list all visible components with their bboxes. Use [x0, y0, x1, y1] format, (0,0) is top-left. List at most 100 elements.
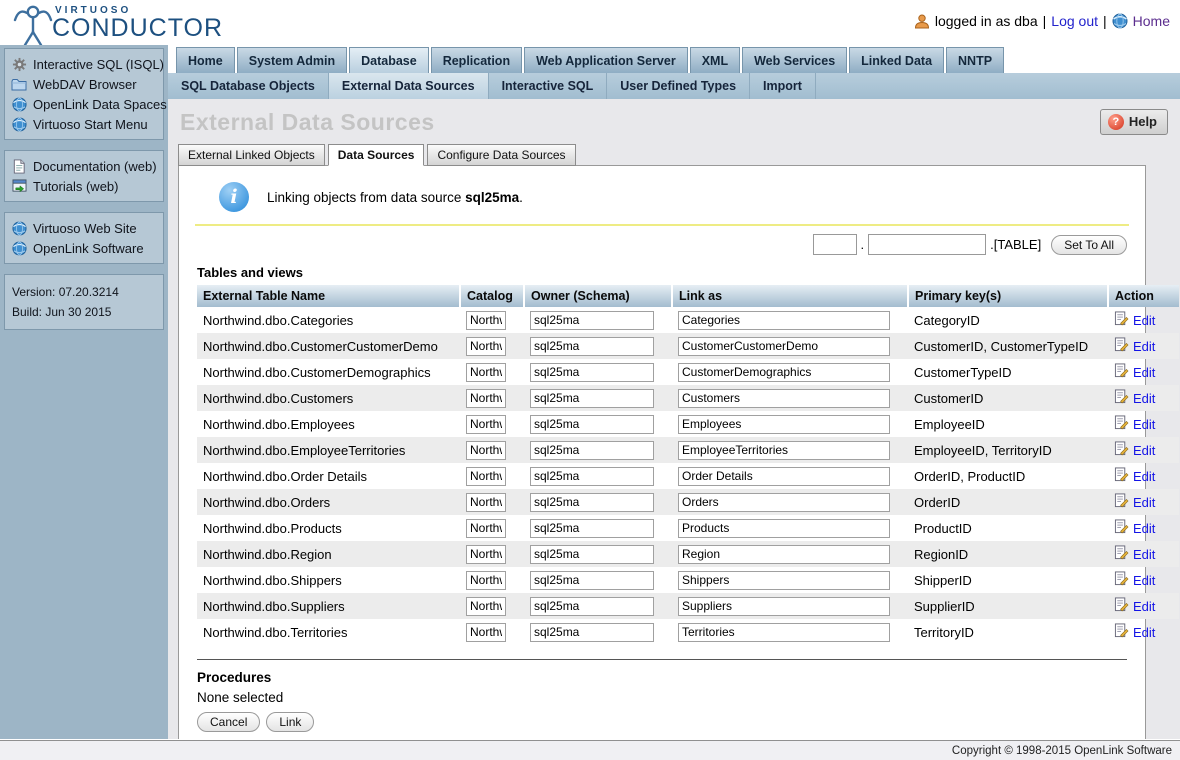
- edit-link[interactable]: Edit: [1133, 495, 1155, 510]
- primary-keys: RegionID: [908, 541, 1108, 567]
- link-as-field[interactable]: [678, 623, 890, 642]
- link-as-field[interactable]: [678, 337, 890, 356]
- sub-tab-external-data-sources[interactable]: External Data Sources: [329, 73, 489, 99]
- logo-conductor-text: CONDUCTOR: [52, 16, 223, 41]
- sidebar-item-interactive-sql-isql[interactable]: Interactive SQL (ISQL): [8, 54, 160, 74]
- home-link[interactable]: Home: [1133, 13, 1170, 29]
- link-as-field[interactable]: [678, 311, 890, 330]
- catalog-field[interactable]: [466, 545, 506, 564]
- content-tab-data-sources[interactable]: Data Sources: [328, 144, 425, 166]
- content-tab-external-linked-objects[interactable]: External Linked Objects: [178, 144, 325, 166]
- edit-link[interactable]: Edit: [1133, 443, 1155, 458]
- owner-schema-field[interactable]: [530, 467, 654, 486]
- main-tab-xml[interactable]: XML: [690, 47, 740, 73]
- link-as-field[interactable]: [678, 493, 890, 512]
- catalog-field[interactable]: [466, 571, 506, 590]
- edit-link[interactable]: Edit: [1133, 469, 1155, 484]
- edit-link[interactable]: Edit: [1133, 313, 1155, 328]
- link-as-field[interactable]: [678, 363, 890, 382]
- main-tab-database[interactable]: Database: [349, 47, 429, 73]
- sub-tab-interactive-sql[interactable]: Interactive SQL: [489, 73, 608, 99]
- main-tab-home[interactable]: Home: [176, 47, 235, 73]
- owner-schema-field[interactable]: [530, 597, 654, 616]
- catalog-field[interactable]: [466, 493, 506, 512]
- sidebar-item-tutorials-web[interactable]: Tutorials (web): [8, 176, 160, 196]
- catalog-field[interactable]: [466, 337, 506, 356]
- link-as-field[interactable]: [678, 545, 890, 564]
- sidebar-item-virtuoso-start-menu[interactable]: Virtuoso Start Menu: [8, 114, 160, 134]
- column-header-external-table-name: External Table Name: [197, 285, 460, 307]
- link-as-field[interactable]: [678, 519, 890, 538]
- link-button[interactable]: Link: [266, 712, 314, 732]
- external-table-name: Northwind.dbo.Shippers: [197, 567, 460, 593]
- catalog-field[interactable]: [466, 363, 506, 382]
- main-tab-web-services[interactable]: Web Services: [742, 47, 847, 73]
- catalog-field[interactable]: [466, 311, 506, 330]
- edit-link[interactable]: Edit: [1133, 365, 1155, 380]
- edit-link[interactable]: Edit: [1133, 417, 1155, 432]
- table-row: Northwind.dbo.TerritoriesTerritoryIDEdit: [197, 619, 1179, 645]
- link-as-field[interactable]: [678, 441, 890, 460]
- set-all-catalog-input[interactable]: [813, 234, 857, 255]
- link-as-field[interactable]: [678, 467, 890, 486]
- owner-schema-field[interactable]: [530, 571, 654, 590]
- sidebar-item-webdav-browser[interactable]: WebDAV Browser: [8, 74, 160, 94]
- column-header-link-as: Link as: [672, 285, 908, 307]
- link-as-field[interactable]: [678, 389, 890, 408]
- sidebar-item-openlink-software[interactable]: OpenLink Software: [8, 238, 160, 258]
- edit-link[interactable]: Edit: [1133, 573, 1155, 588]
- owner-schema-field[interactable]: [530, 441, 654, 460]
- sub-tab-user-defined-types[interactable]: User Defined Types: [607, 73, 750, 99]
- edit-link[interactable]: Edit: [1133, 521, 1155, 536]
- catalog-field[interactable]: [466, 467, 506, 486]
- content-tab-configure-data-sources[interactable]: Configure Data Sources: [427, 144, 575, 166]
- edit-link[interactable]: Edit: [1133, 339, 1155, 354]
- content-tabs: External Linked ObjectsData SourcesConfi…: [178, 144, 1170, 165]
- main-tab-nntp[interactable]: NNTP: [946, 47, 1004, 73]
- edit-link[interactable]: Edit: [1133, 625, 1155, 640]
- external-table-name: Northwind.dbo.Region: [197, 541, 460, 567]
- edit-icon: [1114, 415, 1129, 433]
- owner-schema-field[interactable]: [530, 337, 654, 356]
- link-as-field[interactable]: [678, 597, 890, 616]
- logout-link[interactable]: Log out: [1051, 13, 1098, 29]
- owner-schema-field[interactable]: [530, 545, 654, 564]
- main-tab-system-admin[interactable]: System Admin: [237, 47, 347, 73]
- owner-schema-field[interactable]: [530, 363, 654, 382]
- catalog-field[interactable]: [466, 441, 506, 460]
- sidebar-item-virtuoso-web-site[interactable]: Virtuoso Web Site: [8, 218, 160, 238]
- link-as-field[interactable]: [678, 571, 890, 590]
- sidebar-group: Documentation (web)Tutorials (web): [4, 150, 164, 202]
- sidebar-item-documentation-web[interactable]: Documentation (web): [8, 156, 160, 176]
- catalog-field[interactable]: [466, 623, 506, 642]
- set-to-all-button[interactable]: Set To All: [1051, 235, 1127, 255]
- catalog-field[interactable]: [466, 389, 506, 408]
- main-tab-linked-data[interactable]: Linked Data: [849, 47, 944, 73]
- set-all-owner-input[interactable]: [868, 234, 986, 255]
- owner-schema-field[interactable]: [530, 389, 654, 408]
- owner-schema-field[interactable]: [530, 415, 654, 434]
- sidebar-item-label: WebDAV Browser: [33, 77, 137, 92]
- info-icon: i: [219, 182, 249, 212]
- sidebar-item-openlink-data-spaces[interactable]: OpenLink Data Spaces: [8, 94, 160, 114]
- sub-tab-import[interactable]: Import: [750, 73, 816, 99]
- edit-icon: [1114, 519, 1129, 537]
- cancel-button[interactable]: Cancel: [197, 712, 260, 732]
- catalog-field[interactable]: [466, 597, 506, 616]
- edit-link[interactable]: Edit: [1133, 547, 1155, 562]
- owner-schema-field[interactable]: [530, 311, 654, 330]
- owner-schema-field[interactable]: [530, 519, 654, 538]
- help-button[interactable]: ? Help: [1100, 109, 1168, 135]
- user-icon: [914, 13, 930, 29]
- catalog-field[interactable]: [466, 415, 506, 434]
- sub-tab-sql-database-objects[interactable]: SQL Database Objects: [168, 73, 329, 99]
- main-tab-replication[interactable]: Replication: [431, 47, 522, 73]
- link-as-field[interactable]: [678, 415, 890, 434]
- table-row: Northwind.dbo.EmployeesEmployeeIDEdit: [197, 411, 1179, 437]
- main-tab-web-application-server[interactable]: Web Application Server: [524, 47, 688, 73]
- owner-schema-field[interactable]: [530, 493, 654, 512]
- edit-link[interactable]: Edit: [1133, 599, 1155, 614]
- catalog-field[interactable]: [466, 519, 506, 538]
- owner-schema-field[interactable]: [530, 623, 654, 642]
- edit-link[interactable]: Edit: [1133, 391, 1155, 406]
